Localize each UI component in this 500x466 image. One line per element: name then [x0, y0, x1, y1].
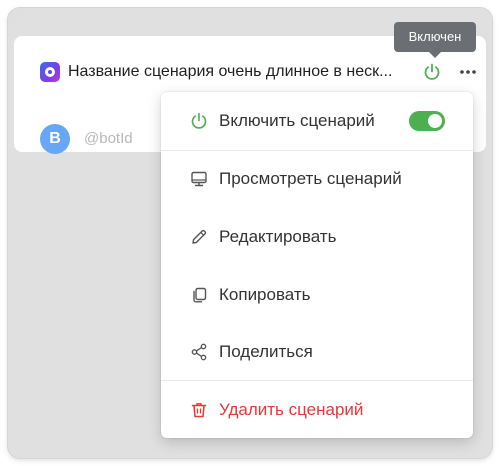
copy-icon [193, 287, 207, 303]
bot-id-label: @botId [84, 130, 133, 147]
context-menu: Включить сценарий Просмотреть сценарий Р… [161, 92, 473, 438]
more-options-button[interactable] [456, 62, 480, 82]
menu-item-view-scenario[interactable]: Просмотреть сценарий [161, 159, 473, 199]
pencil-icon [192, 229, 207, 244]
more-horizontal-icon [460, 70, 476, 74]
power-icon [191, 112, 207, 129]
trash-icon [191, 403, 207, 418]
menu-item-label: Копировать [219, 285, 311, 304]
scenario-title[interactable]: Название сценария очень длинное в неск..… [68, 62, 412, 82]
menu-item-label: Редактировать [219, 227, 337, 246]
menu-item-label: Поделиться [219, 342, 313, 361]
scenario-logo-icon [40, 62, 60, 82]
menu-item-label: Просмотреть сценарий [219, 169, 402, 188]
power-icon [424, 63, 440, 80]
menu-item-copy[interactable]: Копировать [161, 275, 473, 315]
menu-item-label: Включить сценарий [219, 111, 375, 130]
menu-item-label: Удалить сценарий [219, 400, 364, 419]
share-icon [191, 343, 207, 361]
menu-item-edit[interactable]: Редактировать [161, 217, 473, 257]
menu-item-delete-scenario[interactable]: Удалить сценарий [161, 390, 473, 430]
menu-item-share[interactable]: Поделиться [161, 332, 473, 372]
bot-avatar: B [40, 124, 70, 154]
menu-item-enable-scenario[interactable]: Включить сценарий [161, 101, 473, 141]
menu-divider [161, 380, 473, 381]
status-tooltip: Включен [394, 22, 476, 58]
menu-divider [161, 150, 473, 151]
power-button[interactable] [422, 62, 442, 82]
monitor-icon [191, 171, 207, 187]
enable-toggle[interactable] [409, 111, 445, 131]
